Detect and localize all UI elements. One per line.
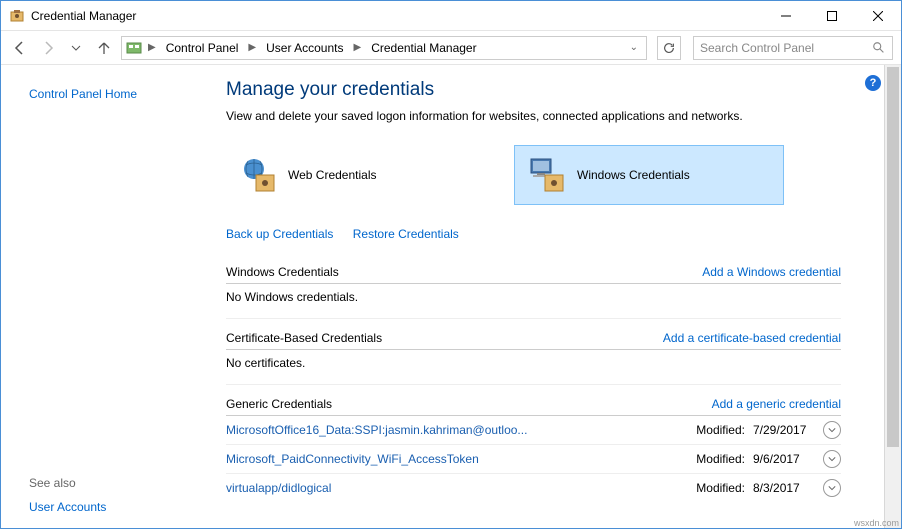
search-icon[interactable]	[872, 41, 886, 55]
page-title: Manage your credentials	[226, 79, 841, 101]
restore-credentials-link[interactable]: Restore Credentials	[353, 227, 459, 241]
search-box[interactable]	[693, 36, 893, 60]
address-dropdown[interactable]: ⌄	[626, 42, 642, 53]
back-button[interactable]	[9, 37, 31, 59]
watermark: wsxdn.com	[854, 518, 899, 528]
breadcrumb-credential-manager[interactable]: Credential Manager	[367, 41, 480, 55]
breadcrumb-user-accounts[interactable]: User Accounts	[262, 41, 347, 55]
window-title: Credential Manager	[31, 9, 763, 23]
credential-name: MicrosoftOffice16_Data:SSPI:jasmin.kahri…	[226, 423, 696, 437]
breadcrumb-control-panel[interactable]: Control Panel	[162, 41, 243, 55]
credential-row[interactable]: MicrosoftOffice16_Data:SSPI:jasmin.kahri…	[226, 416, 841, 444]
up-button[interactable]	[93, 37, 115, 59]
sidebar: Control Panel Home See also User Account…	[1, 65, 196, 528]
see-also-label: See also	[29, 476, 182, 490]
web-credentials-label: Web Credentials	[288, 168, 377, 182]
modified-date: 8/3/2017	[753, 481, 817, 495]
credential-row[interactable]: virtualapp/didlogicalModified: 8/3/2017	[226, 473, 841, 502]
generic-credentials-section-title: Generic Credentials	[226, 397, 712, 411]
scrollbar-thumb[interactable]	[887, 67, 899, 447]
modified-label: Modified:	[696, 481, 745, 495]
expand-icon[interactable]	[823, 421, 841, 439]
windows-credentials-label: Windows Credentials	[577, 168, 690, 182]
windows-credentials-section-title: Windows Credentials	[226, 265, 702, 279]
credential-name: Microsoft_PaidConnectivity_WiFi_AccessTo…	[226, 452, 696, 466]
forward-button[interactable]	[37, 37, 59, 59]
modified-label: Modified:	[696, 452, 745, 466]
backup-credentials-link[interactable]: Back up Credentials	[226, 227, 333, 241]
see-also-user-accounts[interactable]: User Accounts	[29, 500, 182, 514]
help-icon[interactable]: ?	[865, 75, 881, 91]
title-bar: Credential Manager	[1, 1, 901, 31]
minimize-button[interactable]	[763, 1, 809, 31]
vertical-scrollbar[interactable]	[884, 65, 901, 528]
page-description: View and delete your saved logon informa…	[226, 109, 841, 123]
breadcrumb-separator[interactable]: ▶	[146, 42, 158, 53]
control-panel-home-link[interactable]: Control Panel Home	[29, 87, 182, 101]
modified-date: 7/29/2017	[753, 423, 817, 437]
modified-label: Modified:	[696, 423, 745, 437]
app-icon	[9, 8, 25, 24]
recent-dropdown[interactable]	[65, 37, 87, 59]
address-bar[interactable]: ▶ Control Panel ▶ User Accounts ▶ Creden…	[121, 36, 647, 60]
refresh-button[interactable]	[657, 36, 681, 60]
credential-name: virtualapp/didlogical	[226, 481, 696, 495]
breadcrumb-separator[interactable]: ▶	[246, 42, 258, 53]
modified-date: 9/6/2017	[753, 452, 817, 466]
maximize-button[interactable]	[809, 1, 855, 31]
certificate-credentials-section-title: Certificate-Based Credentials	[226, 331, 663, 345]
add-generic-credential-link[interactable]: Add a generic credential	[712, 397, 841, 411]
windows-credentials-icon	[527, 155, 567, 195]
web-credentials-tab[interactable]: Web Credentials	[226, 145, 496, 205]
navigation-bar: ▶ Control Panel ▶ User Accounts ▶ Creden…	[1, 31, 901, 65]
certificate-credentials-empty: No certificates.	[226, 350, 841, 385]
windows-credentials-tab[interactable]: Windows Credentials	[514, 145, 784, 205]
web-credentials-icon	[238, 155, 278, 195]
close-button[interactable]	[855, 1, 901, 31]
expand-icon[interactable]	[823, 450, 841, 468]
breadcrumb-separator[interactable]: ▶	[352, 42, 364, 53]
search-input[interactable]	[700, 41, 872, 55]
windows-credentials-empty: No Windows credentials.	[226, 284, 841, 319]
credential-row[interactable]: Microsoft_PaidConnectivity_WiFi_AccessTo…	[226, 444, 841, 473]
add-windows-credential-link[interactable]: Add a Windows credential	[702, 265, 841, 279]
add-certificate-credential-link[interactable]: Add a certificate-based credential	[663, 331, 841, 345]
expand-icon[interactable]	[823, 479, 841, 497]
main-content: ? Manage your credentials View and delet…	[196, 65, 901, 528]
control-panel-icon	[126, 40, 142, 56]
